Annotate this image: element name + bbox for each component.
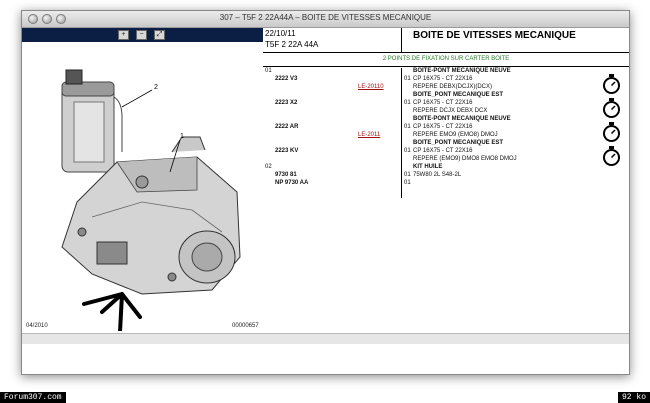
column-divider — [401, 68, 402, 198]
fixing-note: 2 POINTS DE FIXATION SUR CARTER BOITE — [263, 53, 629, 67]
header-code: T5F 2 22A 44A — [265, 40, 319, 49]
part-description: CP 16X75 - CT 22X16 — [413, 148, 473, 154]
part-number: 9730 81 — [275, 172, 297, 178]
header-date: 22/10/11 — [265, 29, 296, 38]
part-description: REPERE DCJX DEBX DCX — [413, 108, 488, 114]
part-description: BOITE-PONT MECANIQUE NEUVE — [413, 116, 511, 122]
part-description: REPERE DEBX(DCJX)(DCX) — [413, 84, 493, 90]
part-description: REPERE EMO9 (EMO8) DMOJ — [413, 132, 498, 138]
part-group-number: 01 — [265, 68, 272, 74]
part-description: CP 16X75 - CT 22X16 — [413, 100, 473, 106]
part-group-number: 02 — [265, 164, 272, 170]
part-description: CP 16X75 - CT 22X16 — [413, 76, 473, 82]
part-link: LE-20110 — [358, 84, 384, 90]
stopwatch-icon[interactable] — [603, 146, 620, 166]
part-qty: 01 — [404, 180, 411, 186]
part-qty: 01 — [404, 100, 411, 106]
zoom-in-button[interactable]: + — [118, 30, 129, 40]
image-toolbar: + − ⤢ — [22, 28, 263, 42]
forum-badge: Forum307.com — [0, 392, 66, 403]
fit-button[interactable]: ⤢ — [154, 30, 165, 40]
part-link: LE-2011 — [358, 132, 381, 138]
stopwatch-icon[interactable] — [603, 98, 620, 118]
window-title: 307 – T5F 2 22A44A – BOITE DE VITESSES M… — [219, 13, 432, 22]
parts-panel: 22/10/11 T5F 2 22A 44A BOITE DE VITESSES… — [263, 28, 629, 198]
document-window: 307 – T5F 2 22A44A – BOITE DE VITESSES M… — [21, 10, 630, 375]
part-description: BOITE_PONT MECANIQUE EST — [413, 92, 504, 98]
title-bar: 307 – T5F 2 22A44A – BOITE DE VITESSES M… — [22, 11, 629, 28]
part-description: REPERE (EMO9) DMO8 EMO8 DMOJ — [413, 156, 517, 162]
part-description: BOITE_PONT MECANIQUE EST — [413, 140, 504, 146]
part-qty: 01 — [404, 148, 411, 154]
header-divider — [401, 28, 402, 52]
part-number: 2222 AR — [275, 124, 299, 130]
horizontal-scrollbar[interactable] — [22, 333, 629, 344]
parts-list: 01 BOITE-PONT MECANIQUE NEUVE 2222 V3 01 CP … — [263, 68, 629, 198]
stopwatch-icon[interactable] — [603, 74, 620, 94]
hand-drawn-arrow-icon — [82, 292, 142, 334]
magnifier-fit-icon: ⤢ — [156, 31, 163, 38]
part-number: NP 9730 AA — [275, 180, 309, 186]
stopwatch-icon[interactable] — [603, 122, 620, 142]
part-description: BOITE-PONT MECANIQUE NEUVE — [413, 68, 511, 74]
exploded-view-drawing: 2 1 — [61, 69, 241, 334]
part-number: 2223 KV — [275, 148, 299, 154]
size-badge: 92 ko — [617, 392, 650, 403]
header-description: BOITE DE VITESSES MECANIQUE — [413, 30, 576, 41]
part-number: 2223 X2 — [275, 100, 298, 106]
part-description: 75W80 2L S48-2L — [413, 172, 462, 178]
callout-2: 2 — [154, 84, 158, 91]
part-description: KIT HUILE — [413, 164, 443, 170]
callout-1: 1 — [180, 133, 184, 140]
part-number: 2222 V3 — [275, 76, 298, 82]
oil-can-icon — [61, 69, 123, 173]
figure-date: 04/2010 — [26, 323, 48, 329]
part-qty: 01 — [404, 76, 411, 82]
magnifier-minus-icon: − — [139, 31, 144, 38]
magnifier-plus-icon: + — [121, 31, 126, 38]
zoom-out-button[interactable]: − — [136, 30, 147, 40]
gearbox-illustration: 2 1 — [22, 42, 263, 334]
part-qty: 01 — [404, 172, 411, 178]
header-block: 22/10/11 T5F 2 22A 44A BOITE DE VITESSES… — [263, 28, 629, 53]
part-description: CP 16X75 - CT 22X16 — [413, 124, 473, 130]
part-qty: 01 — [404, 124, 411, 130]
figure-ref: 00000657 — [232, 323, 259, 329]
